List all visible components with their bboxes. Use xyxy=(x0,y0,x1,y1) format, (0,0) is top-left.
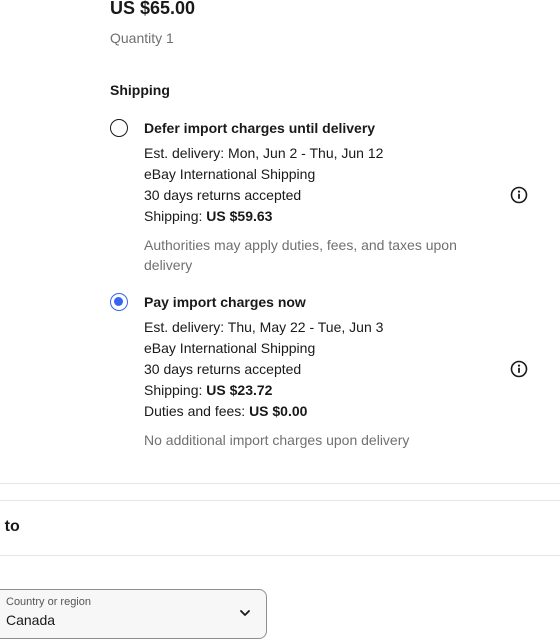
shipping-cost-value: US $59.63 xyxy=(206,208,273,224)
radio-pay-import[interactable] xyxy=(110,293,128,311)
option-details: Est. delivery: Thu, May 22 - Tue, Jun 3 … xyxy=(144,317,484,450)
carrier: eBay International Shipping xyxy=(144,340,316,356)
shipping-cost-label: Shipping: xyxy=(144,208,203,224)
est-delivery: Est. delivery: Mon, Jun 2 - Thu, Jun 12 xyxy=(144,145,384,161)
divider xyxy=(0,500,560,501)
option-title: Defer import charges until delivery xyxy=(144,120,376,136)
divider xyxy=(0,483,560,484)
est-delivery: Est. delivery: Thu, May 22 - Tue, Jun 3 xyxy=(144,319,384,335)
country-select[interactable]: Country or region Canada xyxy=(0,589,267,639)
duties-row: Duties and fees: US $0.00 xyxy=(144,401,484,422)
country-value: Canada xyxy=(6,612,56,628)
info-circle-icon[interactable] xyxy=(510,360,528,378)
carrier: eBay International Shipping xyxy=(144,166,316,182)
shipping-cost-row: Shipping: US $59.63 xyxy=(144,206,484,227)
duties-value: US $0.00 xyxy=(249,403,308,419)
option-title: Pay import charges now xyxy=(144,294,306,310)
radio-defer-import[interactable] xyxy=(110,119,128,137)
divider xyxy=(0,555,560,556)
returns: 30 days returns accepted xyxy=(144,361,302,377)
duties-label: Duties and fees: xyxy=(144,403,246,419)
item-quantity: Quantity 1 xyxy=(110,30,174,46)
chevron-down-icon xyxy=(240,610,250,616)
returns: 30 days returns accepted xyxy=(144,187,302,203)
item-price: US $65.00 xyxy=(110,0,196,18)
shipping-heading: Shipping xyxy=(110,82,170,98)
ship-to-heading: ip to xyxy=(0,518,20,535)
info-circle-icon[interactable] xyxy=(510,186,528,204)
option-note: No additional import charges upon delive… xyxy=(144,432,410,448)
shipping-cost-value: US $23.72 xyxy=(206,382,273,398)
option-details: Est. delivery: Mon, Jun 2 - Thu, Jun 12 … xyxy=(144,143,484,275)
shipping-cost-label: Shipping: xyxy=(144,382,203,398)
shipping-cost-row: Shipping: US $23.72 xyxy=(144,380,484,401)
country-caption: Country or region xyxy=(6,596,91,608)
option-note: Authorities may apply duties, fees, and … xyxy=(144,237,457,273)
